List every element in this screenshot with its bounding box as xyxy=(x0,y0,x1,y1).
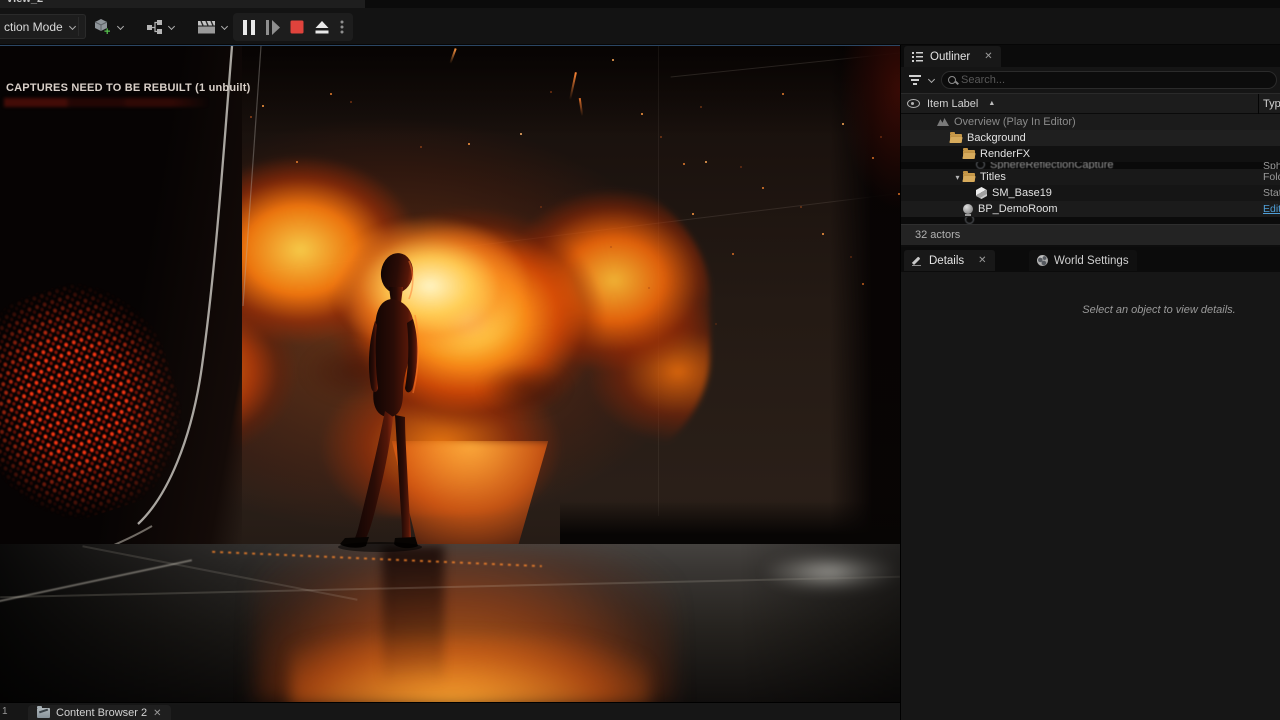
unreal-editor-window: View_2 ction Mode + xyxy=(0,0,1280,720)
close-icon[interactable]: ✕ xyxy=(153,708,161,719)
playback-controls xyxy=(233,13,353,41)
row-label: SphereReflectionCapture xyxy=(990,162,1114,169)
outliner-icon xyxy=(912,52,924,62)
visibility-eye-icon[interactable] xyxy=(907,99,920,108)
pencil-icon xyxy=(912,255,923,266)
column-divider[interactable] xyxy=(1258,94,1259,115)
tab-outliner[interactable]: Outliner ✕ xyxy=(904,46,1001,67)
row-label: RenderFX xyxy=(980,148,1030,160)
chevron-down-icon[interactable] xyxy=(927,76,935,84)
outliner-column-header[interactable]: Item Label ▲ Type xyxy=(901,93,1280,114)
close-icon[interactable]: ✕ xyxy=(984,51,992,62)
outliner-rows: Overview (Play In Editor) Background Rende… xyxy=(901,114,1280,224)
doorway-frame xyxy=(0,46,320,606)
explosion-smoke-crevice xyxy=(470,356,580,420)
row-type-edit-link[interactable]: Edit xyxy=(1263,203,1280,215)
row-label: BP_DemoRoom xyxy=(978,203,1057,215)
svg-text:+: + xyxy=(104,26,110,37)
outliner-row[interactable]: RenderFX xyxy=(901,146,1280,162)
details-tabbar: Details ✕ World Settings xyxy=(901,247,1280,272)
chevron-down-icon xyxy=(220,23,228,31)
toolbar-divider xyxy=(78,17,79,36)
outliner-search-box[interactable] xyxy=(941,71,1277,89)
bottom-left-indicator: 1 xyxy=(2,706,8,717)
chevron-down-icon xyxy=(116,23,124,31)
tab-details[interactable]: Details ✕ xyxy=(904,250,995,271)
row-label: Background xyxy=(967,132,1026,144)
frame-skip-button[interactable] xyxy=(266,20,281,35)
outliner-footer: 32 actors xyxy=(901,224,1280,245)
character-silhouette xyxy=(325,241,460,576)
folder-icon xyxy=(963,150,975,159)
blueprints-nodes-icon xyxy=(146,19,164,35)
tab-content-browser[interactable]: Content Browser 2 ✕ xyxy=(28,705,171,720)
details-empty-message: Select an object to view details. xyxy=(1027,304,1280,316)
outliner-tabbar: Outliner ✕ xyxy=(901,45,1280,67)
search-icon xyxy=(948,76,956,84)
row-label: Titles xyxy=(980,171,1006,183)
content-browser-tab-label: Content Browser 2 xyxy=(56,707,147,719)
world-settings-tab-label: World Settings xyxy=(1054,255,1129,267)
row-label: SM_Base19 xyxy=(992,187,1052,199)
add-actor-cube-icon: + xyxy=(92,17,113,37)
details-panel-body: Select an object to view details. xyxy=(901,272,1280,720)
blueprint-icon xyxy=(963,204,973,214)
outliner-search-row xyxy=(901,67,1280,93)
stop-button[interactable] xyxy=(290,20,304,34)
row-label: Overview (Play In Editor) xyxy=(954,116,1076,128)
outliner-row[interactable]: BP_DemoRoom Edit xyxy=(901,201,1280,217)
capture-icon xyxy=(976,162,985,169)
selection-mode-dropdown[interactable]: ction Mode xyxy=(0,14,86,39)
titlebar-dark-area xyxy=(365,0,1280,8)
outliner-row[interactable]: ▾ Titles Folder xyxy=(901,169,1280,185)
folder-icon xyxy=(950,134,962,143)
filter-icon[interactable] xyxy=(909,75,921,85)
main-toolbar: ction Mode + xyxy=(0,8,1280,45)
globe-icon xyxy=(1037,255,1048,266)
outliner-row[interactable]: Overview (Play In Editor) xyxy=(901,114,1280,130)
rebuild-warning-text: CAPTURES NEED TO BE REBUILT (1 unbuilt) xyxy=(6,82,251,94)
content-browser-folder-icon xyxy=(37,708,50,718)
window-titlebar: View_2 xyxy=(0,0,1280,8)
chevron-down-icon xyxy=(167,23,175,31)
outliner-row[interactable]: Background xyxy=(901,130,1280,146)
clapperboard-icon xyxy=(197,19,217,35)
folder-icon xyxy=(963,173,975,182)
right-wall-red-glow xyxy=(840,46,900,266)
eject-button[interactable] xyxy=(314,21,330,34)
bottom-status-bar: 1 Content Browser 2 ✕ xyxy=(0,702,900,720)
details-tab-label: Details xyxy=(929,255,964,267)
level-viewport[interactable]: CAPTURES NEED TO BE REBUILT (1 unbuilt) xyxy=(0,45,900,702)
cinematics-button[interactable] xyxy=(193,17,232,37)
row-type: StaticMesh xyxy=(1263,187,1280,199)
sort-ascending-icon[interactable]: ▲ xyxy=(988,100,995,107)
add-actor-button[interactable]: + xyxy=(88,15,128,39)
column-item-label[interactable]: Item Label xyxy=(927,98,978,110)
staticmesh-icon xyxy=(976,187,987,199)
search-input[interactable] xyxy=(961,74,1270,86)
outliner-row-partial[interactable] xyxy=(901,217,1280,224)
selection-mode-label: ction Mode xyxy=(4,20,63,34)
actor-count-label: 32 actors xyxy=(915,229,960,241)
row-type: Sph xyxy=(1263,162,1280,169)
faded-warning-text xyxy=(4,98,209,107)
outliner-tab-label: Outliner xyxy=(930,51,970,63)
chevron-down-icon xyxy=(69,23,77,31)
viewport-tab-title[interactable]: View_2 xyxy=(6,0,43,5)
right-dock-panel: Outliner ✕ Item Label ▲ Type Overview (P… xyxy=(900,45,1280,720)
actor-icon xyxy=(965,217,974,224)
expander-arrow-icon[interactable]: ▾ xyxy=(952,173,963,182)
outliner-row[interactable]: SphereReflectionCapture Sph xyxy=(901,162,1280,169)
outliner-row[interactable]: SM_Base19 StaticMesh xyxy=(901,185,1280,201)
pause-button[interactable] xyxy=(242,20,256,35)
more-options-button[interactable] xyxy=(340,20,344,34)
tab-world-settings[interactable]: World Settings xyxy=(1029,250,1137,271)
level-icon xyxy=(937,118,949,126)
close-icon[interactable]: ✕ xyxy=(978,255,986,266)
blueprints-button[interactable] xyxy=(142,17,179,37)
row-type: Folder xyxy=(1263,171,1280,183)
column-type[interactable]: Type xyxy=(1263,98,1280,110)
